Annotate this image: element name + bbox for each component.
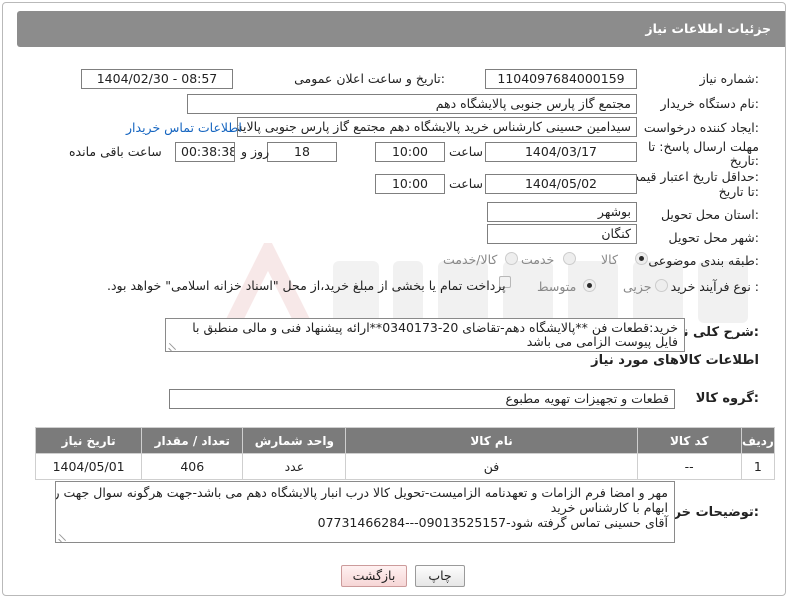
- page-title: جزئیات اطلاعات نیاز: [645, 21, 771, 36]
- column-quantity: تعداد / مقدار: [141, 427, 244, 454]
- page-frame: جزئیات اطلاعات نیاز شماره نیاز: 11040976…: [2, 2, 786, 596]
- category-option-goods: کالا: [601, 252, 618, 267]
- column-item-name: نام کالا: [345, 427, 638, 454]
- city-field: کنگان: [487, 224, 637, 244]
- deadline-label-date: تاریخ:: [729, 153, 759, 168]
- process-option-minor: جزیی: [623, 279, 652, 294]
- cell-unit: عدد: [242, 453, 347, 480]
- cell-need-date: 1404/05/01: [34, 453, 143, 480]
- deadline-date-field: 1404/03/17: [485, 142, 637, 162]
- remaining-time-label: ساعت باقی مانده: [69, 144, 162, 159]
- buyer-org-label: نام دستگاه خریدار:: [660, 96, 759, 111]
- cell-row-number: 1: [740, 453, 776, 480]
- validity-time-field: 10:00: [375, 174, 445, 194]
- need-number-field: 1104097684000159: [485, 69, 637, 89]
- category-radio-goods[interactable]: [635, 252, 648, 265]
- process-label: نوع فرآیند خرید :: [670, 279, 759, 294]
- column-row-number: ردیف: [740, 427, 776, 454]
- goods-group-label: گروه کالا:: [695, 391, 759, 406]
- province-field: بوشهر: [487, 202, 637, 222]
- announce-datetime-field: 1404/02/30 - 08:57: [81, 69, 233, 89]
- print-button[interactable]: چاپ: [415, 565, 465, 587]
- description-textarea[interactable]: خرید:قطعات فن **پالایشگاه دهم-تقاضای 20-…: [165, 318, 685, 352]
- column-need-date: تاریخ نیاز: [34, 427, 143, 454]
- buyer-contact-link[interactable]: اطلاعات تماس خریدار: [126, 120, 242, 135]
- treasury-payment-note: پرداخت تمام یا بخشی از مبلغ خرید،از محل …: [107, 278, 506, 293]
- buyer-org-field: مجتمع گاز پارس جنوبی پالایشگاه دهم: [187, 94, 637, 114]
- buyer-notes-textarea[interactable]: مهر و امضا فرم الزامات و تعهدنامه الزامی…: [55, 481, 675, 543]
- resize-grip-icon[interactable]: [58, 533, 66, 541]
- buyer-notes-line-1: مهر و امضا فرم الزامات و تعهدنامه الزامی…: [55, 485, 668, 500]
- description-text: خرید:قطعات فن **پالایشگاه دهم-تقاضای 20-…: [192, 320, 678, 349]
- category-label: طبقه بندی موضوعی:: [648, 253, 759, 268]
- goods-table: ردیف کد کالا نام کالا واحد شمارش تعداد /…: [34, 427, 776, 480]
- process-radio-minor[interactable]: [655, 279, 668, 292]
- validity-label-date: تا تاریخ:: [718, 184, 759, 199]
- cell-item-code: --: [636, 453, 742, 480]
- process-option-medium: متوسط: [537, 279, 577, 294]
- deadline-time-label: ساعت: [449, 144, 484, 159]
- city-label: شهر محل تحویل:: [668, 230, 759, 245]
- process-radio-medium[interactable]: [583, 279, 596, 292]
- deadline-label: مهلت ارسال پاسخ: تا: [648, 139, 759, 154]
- category-radio-service[interactable]: [563, 252, 576, 265]
- cell-item-name: فن: [345, 453, 638, 480]
- remaining-time-field: 00:38:38: [175, 142, 235, 162]
- category-radio-goods-service[interactable]: [505, 252, 518, 265]
- goods-group-field: قطعات و تجهیزات تهویه مطبوع: [169, 389, 675, 409]
- back-button[interactable]: بازگشت: [341, 565, 407, 587]
- table-row: 1 -- فن عدد 406 1404/05/01: [34, 453, 776, 480]
- validity-label: حداقل تاریخ اعتبار قیمت:: [627, 169, 759, 184]
- need-number-label: شماره نیاز:: [699, 71, 759, 86]
- goods-table-header: ردیف کد کالا نام کالا واحد شمارش تعداد /…: [34, 427, 776, 454]
- buyer-notes-line-2: ابهام با کارشناس خرید: [550, 500, 668, 515]
- validity-date-field: 1404/05/02: [485, 174, 637, 194]
- cell-quantity: 406: [141, 453, 244, 480]
- buyer-notes-line-3: آقای حسینی تماس گرفته شود-09013525157---…: [317, 515, 668, 530]
- days-remaining-field: 18: [267, 142, 337, 162]
- validity-time-label: ساعت: [449, 176, 484, 191]
- days-label: روز و: [241, 144, 270, 159]
- creator-label: ایجاد کننده درخواست:: [643, 120, 759, 135]
- goods-section-title: اطلاعات کالاهای مورد نیاز: [591, 353, 759, 368]
- announce-label: تاریخ و ساعت اعلان عمومی:: [294, 71, 445, 86]
- column-item-code: کد کالا: [636, 427, 742, 454]
- category-option-service: خدمت: [521, 252, 555, 267]
- creator-field: سیدامین حسینی کارشناس خرید پالایشگاه دهم…: [237, 117, 637, 137]
- column-unit: واحد شمارش: [242, 427, 347, 454]
- title-bar: جزئیات اطلاعات نیاز: [17, 11, 785, 47]
- province-label: استان محل تحویل:: [660, 207, 759, 222]
- resize-grip-icon[interactable]: [168, 342, 176, 350]
- category-option-goods-service: کالا/خدمت: [443, 252, 498, 267]
- deadline-time-field: 10:00: [375, 142, 445, 162]
